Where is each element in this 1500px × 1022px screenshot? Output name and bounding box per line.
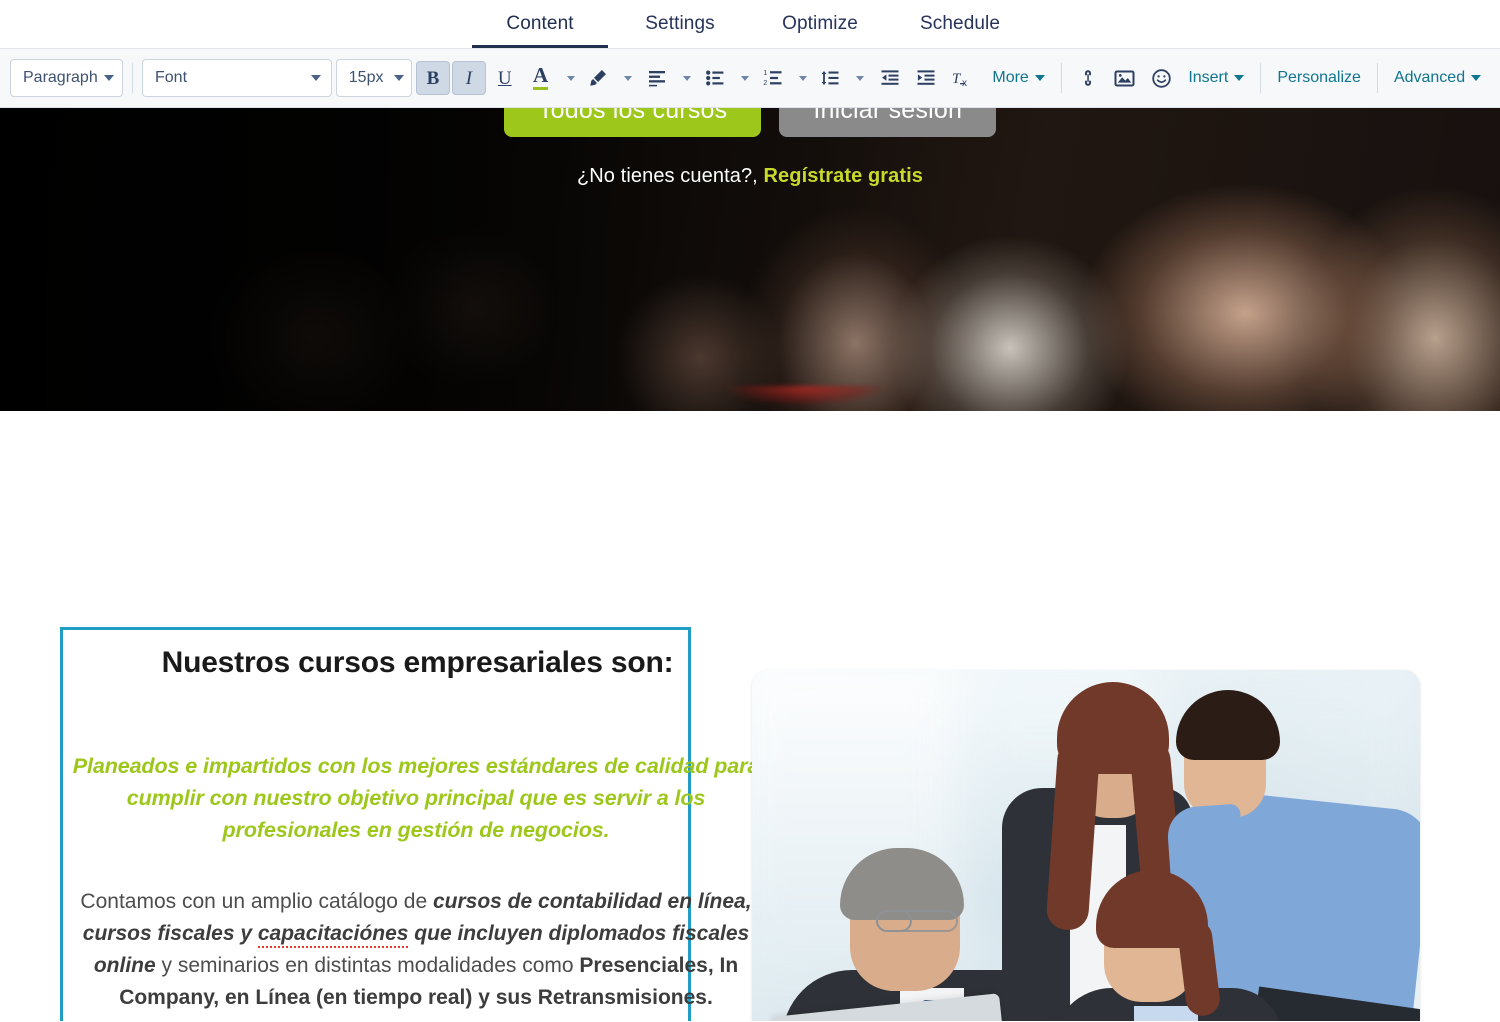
highlight-color-button[interactable] xyxy=(581,61,615,95)
emoji-icon xyxy=(1152,68,1171,88)
underline-label: U xyxy=(497,67,512,89)
link-icon xyxy=(1084,70,1091,86)
bold-button[interactable]: B xyxy=(416,61,450,95)
chevron-down-icon xyxy=(311,75,321,81)
paragraph-style-select[interactable]: Paragraph xyxy=(10,59,123,97)
chevron-down-icon xyxy=(798,75,807,81)
all-courses-label: Todos los cursos xyxy=(537,108,728,124)
personalize-label: Personalize xyxy=(1277,69,1361,86)
outdent-button[interactable] xyxy=(873,61,907,95)
more-label: More xyxy=(992,69,1029,86)
insert-menu-button[interactable]: Insert xyxy=(1181,69,1251,87)
indent-icon xyxy=(917,70,935,85)
chevron-down-icon xyxy=(393,75,404,81)
advanced-label: Advanced xyxy=(1393,69,1466,86)
editor-tab-bar: Content Settings Optimize Schedule xyxy=(0,0,1500,49)
insert-link-button[interactable] xyxy=(1071,61,1105,95)
text-color-icon: A xyxy=(533,65,549,90)
clear-formatting-button[interactable]: T x xyxy=(945,61,979,95)
toolbar-divider xyxy=(1260,63,1262,93)
insert-image-button[interactable] xyxy=(1108,61,1142,95)
highlighter-icon xyxy=(590,70,607,86)
green-paragraph: Planeados e impartidos con los mejores e… xyxy=(72,753,760,842)
align-dropdown[interactable] xyxy=(674,61,694,95)
chevron-down-icon xyxy=(683,75,692,81)
chevron-down-icon xyxy=(1234,75,1245,81)
svg-text:T: T xyxy=(952,71,962,87)
bulleted-list-button[interactable] xyxy=(698,61,732,95)
clear-formatting-icon: T x xyxy=(952,71,967,89)
font-size-value: 15px xyxy=(348,69,384,86)
line-height-dropdown[interactable] xyxy=(847,61,867,95)
email-canvas: Todos los cursos Iniciar sesión ¿No tien… xyxy=(0,108,1500,1021)
all-courses-button[interactable]: Todos los cursos xyxy=(503,108,762,137)
chevron-down-icon xyxy=(103,75,114,81)
font-family-value: Font xyxy=(155,69,188,86)
text-color-button[interactable]: A xyxy=(524,61,558,95)
personalize-button[interactable]: Personalize xyxy=(1270,69,1368,87)
font-family-select[interactable]: Font xyxy=(142,59,332,97)
text-module-content: Nuestros cursos empresariales son: Plane… xyxy=(66,633,766,1021)
svg-text:2: 2 xyxy=(763,80,767,87)
chevron-down-icon xyxy=(624,75,633,81)
body-part-2: y seminarios en distintas modalidades co… xyxy=(155,953,580,977)
tab-optimize-label: Optimize xyxy=(782,13,858,34)
paragraph-style-value: Paragraph xyxy=(23,69,98,86)
line-height-icon xyxy=(821,71,839,85)
insert-emoji-button[interactable] xyxy=(1144,61,1178,95)
insert-label: Insert xyxy=(1188,69,1229,86)
hero-signup-note: ¿No tienes cuenta?, Regístrate gratis xyxy=(0,165,1500,188)
numbered-list-button[interactable]: 1 2 xyxy=(756,61,790,95)
chevron-down-icon xyxy=(740,75,749,81)
chevron-down-icon xyxy=(1471,75,1482,81)
chevron-down-icon xyxy=(566,75,575,81)
chevron-down-icon xyxy=(856,75,865,81)
login-button[interactable]: Iniciar sesión xyxy=(779,108,997,137)
bulleted-list-dropdown[interactable] xyxy=(732,61,752,95)
toolbar-divider xyxy=(1376,63,1378,93)
tab-schedule-label: Schedule xyxy=(919,13,1001,34)
numbered-list-dropdown[interactable] xyxy=(790,61,810,95)
underline-button[interactable]: U xyxy=(488,61,522,95)
more-button[interactable]: More xyxy=(985,69,1051,87)
chevron-down-icon xyxy=(1034,75,1045,81)
bold-label: B xyxy=(426,67,440,89)
misspelled-word: capacitaciónes xyxy=(257,921,409,948)
tab-schedule[interactable]: Schedule xyxy=(890,0,1030,48)
signup-note-prefix: ¿No tienes cuenta?, xyxy=(576,165,764,187)
business-team-photo[interactable] xyxy=(752,670,1420,1021)
numbered-list-icon: 1 2 xyxy=(763,70,782,87)
selected-text-module[interactable]: Nuestros cursos empresariales son: Plane… xyxy=(60,627,759,1021)
hero-button-group: Todos los cursos Iniciar sesión xyxy=(0,108,1500,137)
hero-content: Todos los cursos Iniciar sesión ¿No tien… xyxy=(0,108,1500,188)
italic-button[interactable]: I xyxy=(451,61,486,95)
tab-content-label: Content xyxy=(506,13,574,34)
bulleted-list-icon xyxy=(705,70,724,86)
formatting-toolbar: Paragraph Font 15px B I U A 1 2 T More I… xyxy=(0,49,1500,108)
outdent-icon xyxy=(881,70,899,85)
toolbar-divider xyxy=(132,63,133,93)
module-heading: Nuestros cursos empresariales son: xyxy=(161,646,674,679)
svg-text:1: 1 xyxy=(763,70,767,77)
hero-banner: Todos los cursos Iniciar sesión ¿No tien… xyxy=(0,108,1500,411)
tab-settings-label: Settings xyxy=(645,13,715,34)
italic-label: I xyxy=(465,67,473,89)
body-part-1: Contamos con un amplio catálogo de xyxy=(80,889,433,913)
align-button[interactable] xyxy=(640,61,674,95)
image-icon xyxy=(1114,70,1135,86)
body-paragraph: Contamos con un amplio catálogo de curso… xyxy=(66,886,766,1014)
align-left-icon xyxy=(649,71,666,87)
font-size-select[interactable]: 15px xyxy=(335,59,412,97)
tab-content[interactable]: Content xyxy=(470,0,610,48)
highlight-color-dropdown[interactable] xyxy=(615,61,635,95)
tab-settings[interactable]: Settings xyxy=(610,0,750,48)
advanced-button[interactable]: Advanced xyxy=(1387,69,1488,87)
line-height-button[interactable] xyxy=(813,61,847,95)
login-label: Iniciar sesión xyxy=(813,108,963,124)
signup-link[interactable]: Regístrate gratis xyxy=(764,165,924,187)
text-color-dropdown[interactable] xyxy=(558,61,578,95)
toolbar-divider xyxy=(1060,63,1062,93)
tab-optimize[interactable]: Optimize xyxy=(750,0,890,48)
indent-button[interactable] xyxy=(909,61,943,95)
